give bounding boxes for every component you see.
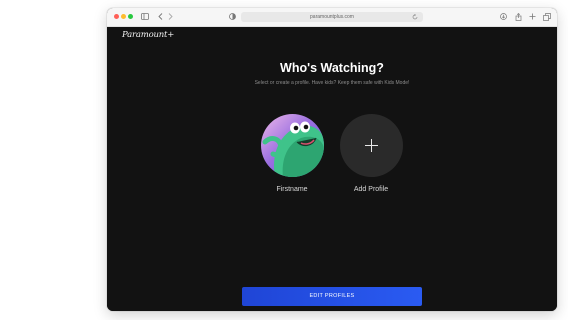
paramount-plus-logo[interactable]: Paramount+: [122, 30, 174, 40]
shield-icon[interactable]: [227, 11, 237, 22]
forward-icon[interactable]: [166, 11, 174, 22]
back-icon[interactable]: [156, 11, 164, 22]
sidebar-icon[interactable]: [140, 11, 150, 22]
url-text: paramountplus.com: [310, 14, 354, 20]
profile-name: Firstname: [276, 186, 308, 193]
green-character-avatar-icon: [260, 114, 324, 177]
edit-profiles-button[interactable]: EDIT PROFILES: [242, 287, 422, 306]
profile-item-firstname[interactable]: Firstname: [247, 114, 337, 193]
address-bar[interactable]: paramountplus.com: [241, 12, 423, 22]
download-icon[interactable]: [499, 11, 508, 22]
profile-select-page: Paramount+ Who's Watching? Select or cre…: [107, 27, 557, 311]
add-profile-item[interactable]: Add Profile: [326, 114, 416, 193]
browser-window: paramountplus.com Paramount+ Who's Watch…: [107, 8, 557, 311]
share-icon[interactable]: [514, 11, 523, 22]
page-subtitle: Select or create a profile. Have kids? K…: [254, 80, 410, 86]
close-window-button[interactable]: [114, 14, 119, 19]
page-title: Who's Watching?: [280, 61, 384, 75]
maximize-window-button[interactable]: [128, 14, 133, 19]
minimize-window-button[interactable]: [121, 14, 126, 19]
add-profile-button[interactable]: [339, 114, 403, 177]
reload-icon[interactable]: [411, 11, 419, 22]
add-profile-label: Add Profile: [353, 186, 389, 193]
avatar[interactable]: [260, 114, 324, 177]
tabs-icon[interactable]: [542, 11, 551, 22]
browser-toolbar: paramountplus.com: [107, 8, 557, 27]
new-tab-icon[interactable]: [528, 11, 537, 22]
